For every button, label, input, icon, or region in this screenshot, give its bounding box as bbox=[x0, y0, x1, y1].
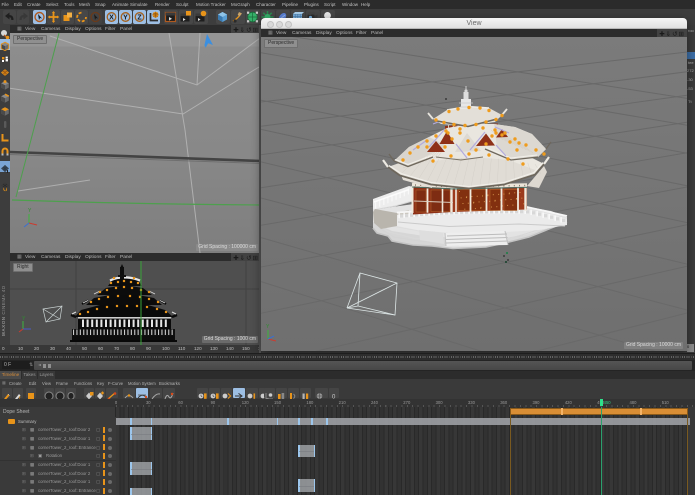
svg-text:X: X bbox=[109, 14, 114, 21]
svg-text:Y: Y bbox=[22, 316, 26, 322]
svg-text:Y: Y bbox=[28, 208, 32, 214]
svg-text:Y: Y bbox=[123, 14, 128, 21]
svg-text:Z: Z bbox=[137, 14, 142, 21]
svg-text:Y: Y bbox=[266, 324, 270, 330]
